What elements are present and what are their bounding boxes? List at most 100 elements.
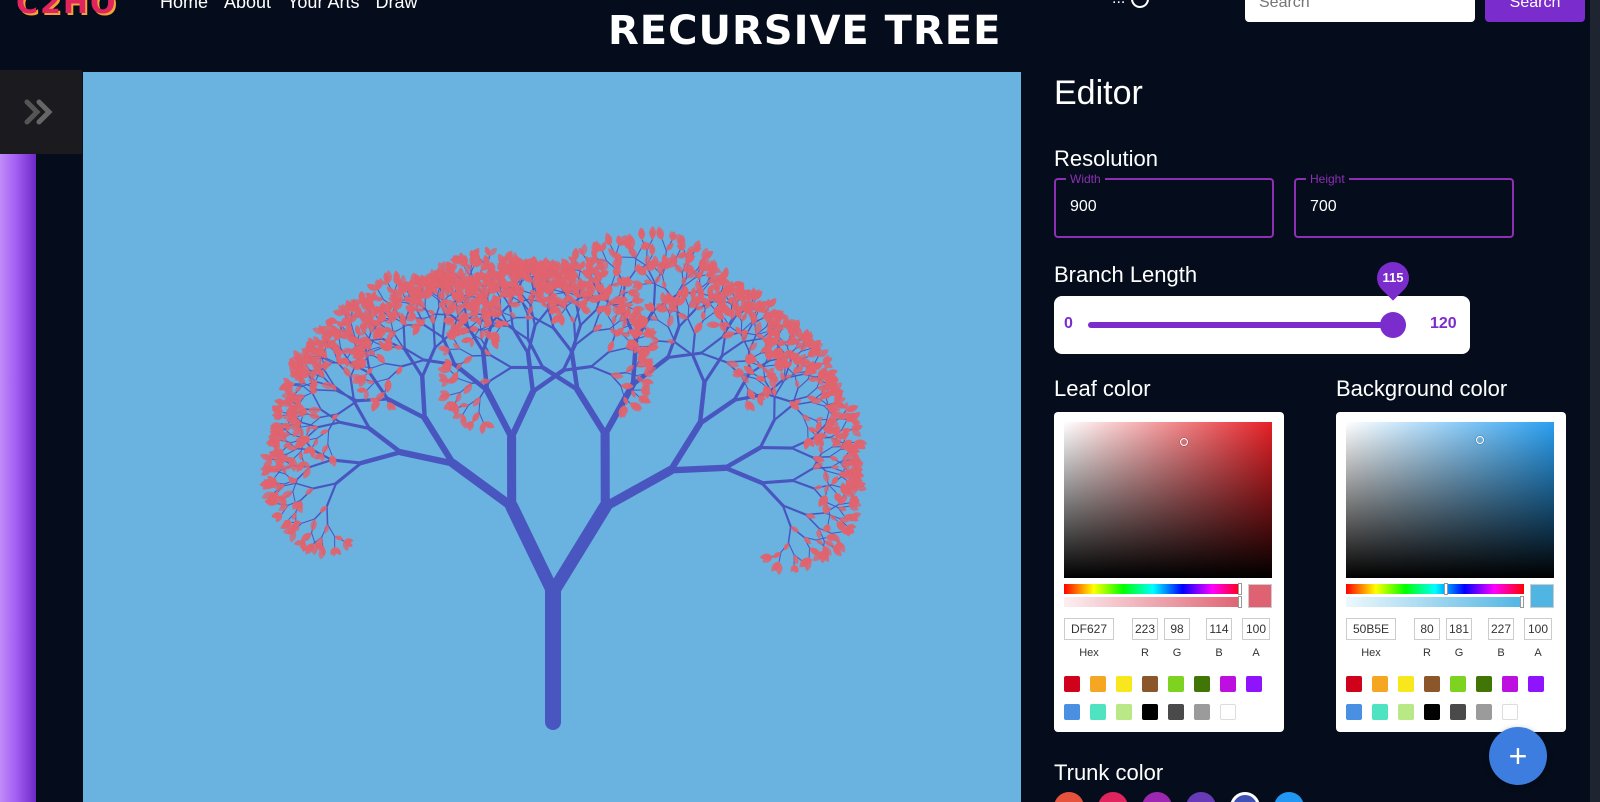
- leaf-swatch[interactable]: [1142, 704, 1158, 720]
- leaf: [649, 225, 656, 240]
- width-field-label: Width: [1066, 172, 1105, 186]
- leaf-alpha-slider[interactable]: [1064, 596, 1242, 608]
- branch: [758, 418, 776, 450]
- leaf-alpha-knob[interactable]: [1238, 596, 1242, 608]
- leaf-hue-knob[interactable]: [1238, 583, 1242, 595]
- background-swatch[interactable]: [1398, 676, 1414, 692]
- background-swatch[interactable]: [1424, 704, 1440, 720]
- background-swatch[interactable]: [1528, 676, 1544, 692]
- branch: [828, 448, 841, 458]
- background-swatch[interactable]: [1398, 704, 1414, 720]
- background-swatch[interactable]: [1372, 676, 1388, 692]
- tree-canvas[interactable]: [83, 72, 1021, 802]
- height-field[interactable]: Height: [1294, 172, 1514, 238]
- leaf: [463, 383, 472, 395]
- background-r-input[interactable]: 80: [1414, 618, 1440, 640]
- branch-length-slider[interactable]: 0 115 120: [1054, 255, 1470, 354]
- leaf: [308, 412, 321, 420]
- background-alpha-knob[interactable]: [1520, 596, 1524, 608]
- branch: [773, 404, 794, 422]
- width-field[interactable]: Width: [1054, 172, 1274, 238]
- leaf-swatch[interactable]: [1090, 676, 1106, 692]
- leaf-sv-pointer[interactable]: [1180, 438, 1188, 446]
- site-logo[interactable]: C2HO: [16, 0, 118, 21]
- user-icon: [1131, 0, 1150, 8]
- nav-draw[interactable]: Draw: [375, 0, 417, 13]
- background-swatch[interactable]: [1450, 676, 1466, 692]
- leaf-swatch[interactable]: [1116, 704, 1132, 720]
- branch: [478, 411, 484, 423]
- background-b-input[interactable]: 227: [1488, 618, 1514, 640]
- nav-home[interactable]: Home: [160, 0, 208, 13]
- leaf-swatch[interactable]: [1220, 676, 1236, 692]
- leaf-r-input[interactable]: 223: [1132, 618, 1158, 640]
- background-sv-pointer[interactable]: [1476, 436, 1484, 444]
- background-swatch[interactable]: [1476, 704, 1492, 720]
- leaf-b-input[interactable]: 114: [1206, 618, 1232, 640]
- nav-your-arts[interactable]: Your Arts: [287, 0, 359, 13]
- background-hue-knob[interactable]: [1444, 583, 1448, 595]
- leaf-hex-input[interactable]: DF627: [1064, 618, 1114, 640]
- background-a-input[interactable]: 100: [1524, 618, 1552, 640]
- trunk-color-option[interactable]: [1142, 792, 1172, 802]
- leaf-g-input[interactable]: 98: [1164, 618, 1190, 640]
- trunk-color-option[interactable]: [1274, 792, 1304, 802]
- leaf: [816, 528, 822, 539]
- leaf: [489, 247, 497, 256]
- leaf-hue-slider[interactable]: [1064, 583, 1242, 595]
- background-swatch[interactable]: [1476, 676, 1492, 692]
- leaf-r-label: R: [1141, 647, 1149, 659]
- sidebar-toggle-button[interactable]: [20, 94, 60, 130]
- leaf: [300, 532, 312, 542]
- trunk-color-option[interactable]: [1186, 792, 1216, 802]
- leaf: [455, 392, 462, 403]
- leaf-swatch[interactable]: [1168, 704, 1184, 720]
- leaf-swatch[interactable]: [1116, 676, 1132, 692]
- width-input[interactable]: [1070, 198, 1260, 216]
- search-input[interactable]: [1245, 0, 1475, 22]
- branch: [317, 389, 338, 392]
- leaf-swatch[interactable]: [1220, 704, 1236, 720]
- leaf-swatch[interactable]: [1194, 704, 1210, 720]
- background-swatch[interactable]: [1372, 704, 1388, 720]
- background-swatch[interactable]: [1502, 676, 1518, 692]
- trunk-color-option[interactable]: [1230, 792, 1260, 802]
- page-scrollbar[interactable]: [1590, 0, 1600, 802]
- user-chip[interactable]: ...: [1112, 0, 1150, 8]
- leaf-swatch[interactable]: [1194, 676, 1210, 692]
- trunk-color-option[interactable]: [1054, 792, 1084, 802]
- background-hex-input[interactable]: 50B5E: [1346, 618, 1396, 640]
- slider-track[interactable]: [1088, 322, 1406, 328]
- leaf-a-input[interactable]: 100: [1242, 618, 1270, 640]
- background-alpha-slider[interactable]: [1346, 596, 1524, 608]
- search-button[interactable]: Search: [1485, 0, 1585, 22]
- add-fab-button[interactable]: +: [1489, 727, 1547, 785]
- background-swatch[interactable]: [1424, 676, 1440, 692]
- branch: [674, 341, 694, 357]
- background-swatch[interactable]: [1346, 704, 1362, 720]
- leaf: [831, 476, 839, 485]
- branch: [402, 324, 406, 351]
- background-saturation-area[interactable]: [1346, 422, 1554, 578]
- leaf-swatch[interactable]: [1142, 676, 1158, 692]
- background-hue-slider[interactable]: [1346, 583, 1524, 595]
- leaf-swatch[interactable]: [1064, 676, 1080, 692]
- leaf: [790, 526, 800, 533]
- height-input[interactable]: [1310, 198, 1500, 216]
- leaf: [830, 465, 840, 470]
- leaf: [754, 321, 762, 335]
- leaf-swatch[interactable]: [1064, 704, 1080, 720]
- slider-thumb[interactable]: [1379, 312, 1406, 338]
- leaf-swatch[interactable]: [1168, 676, 1184, 692]
- background-g-input[interactable]: 181: [1446, 618, 1472, 640]
- nav-about[interactable]: About: [224, 0, 271, 13]
- branch: [335, 389, 359, 402]
- trunk-color-option[interactable]: [1098, 792, 1128, 802]
- leaf-swatch[interactable]: [1246, 676, 1262, 692]
- leaf-saturation-area[interactable]: [1064, 422, 1272, 578]
- background-swatch[interactable]: [1346, 676, 1362, 692]
- background-swatch[interactable]: [1450, 704, 1466, 720]
- leaf-swatch[interactable]: [1090, 704, 1106, 720]
- branch: [691, 332, 696, 357]
- background-swatch[interactable]: [1502, 704, 1518, 720]
